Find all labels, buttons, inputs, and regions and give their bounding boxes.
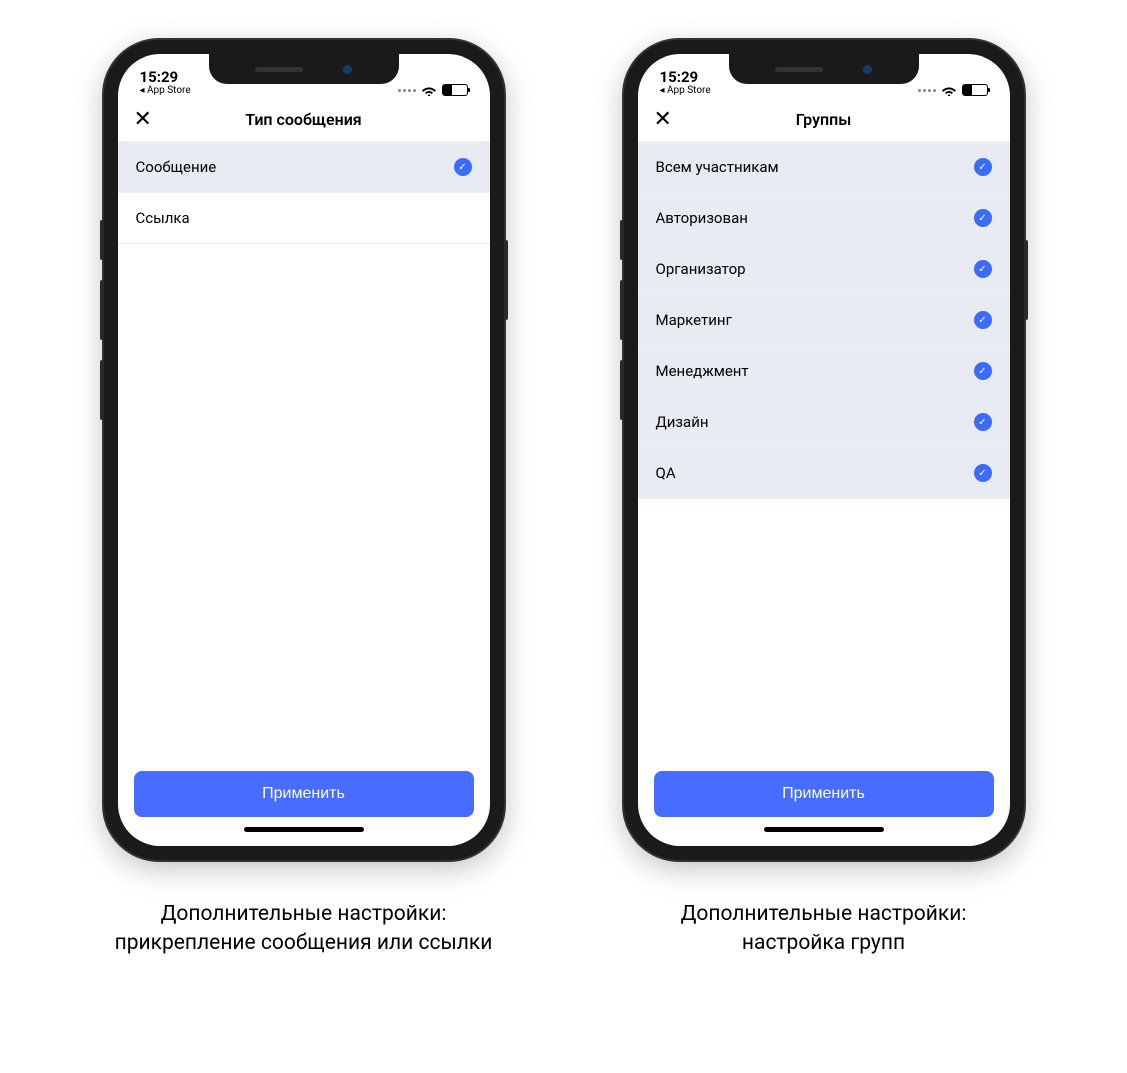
screen: 15:29 ◂ App Store ✕ Группы Всем участник… xyxy=(638,54,1010,846)
list-row[interactable]: Менеджмент ✓ xyxy=(638,346,1010,397)
list-row[interactable]: Сообщение ✓ xyxy=(118,142,490,193)
list-row-label: Менеджмент xyxy=(656,362,749,380)
list-row[interactable]: Организатор ✓ xyxy=(638,244,1010,295)
cell-signal-icon xyxy=(398,89,416,92)
screen-title: Группы xyxy=(796,110,852,129)
list-row-label: Сообщение xyxy=(136,158,217,176)
caption: Дополнительные настройки: прикрепление с… xyxy=(114,900,494,959)
bottom-area: Применить xyxy=(638,771,1010,846)
bottom-area: Применить xyxy=(118,771,490,846)
list-row-label: Маркетинг xyxy=(656,311,732,329)
checkmark-icon: ✓ xyxy=(974,260,992,278)
list-row-label: QA xyxy=(656,464,676,482)
list-row[interactable]: Ссылка xyxy=(118,193,490,244)
list-row[interactable]: Маркетинг ✓ xyxy=(638,295,1010,346)
list-row-label: Организатор xyxy=(656,260,746,278)
list-row[interactable]: Авторизован ✓ xyxy=(638,193,1010,244)
list-row-label: Ссылка xyxy=(136,209,190,227)
phone-frame: 15:29 ◂ App Store ✕ Группы Всем участник… xyxy=(624,40,1024,860)
battery-icon xyxy=(962,84,988,96)
list-row-label: Авторизован xyxy=(656,209,748,227)
screen: 15:29 ◂ App Store ✕ Тип сообщения Сообще… xyxy=(118,54,490,846)
cell-signal-icon xyxy=(918,89,936,92)
checkmark-icon: ✓ xyxy=(974,413,992,431)
status-right xyxy=(918,84,988,96)
caption: Дополнительные настройки: настройка груп… xyxy=(634,900,1014,959)
list-row-label: Дизайн xyxy=(656,413,709,431)
list-row[interactable]: QA ✓ xyxy=(638,448,1010,499)
status-time: 15:29 xyxy=(140,69,179,86)
battery-icon xyxy=(442,84,468,96)
nav-bar: ✕ Группы xyxy=(638,98,1010,142)
status-right xyxy=(398,84,468,96)
home-indicator[interactable] xyxy=(244,827,364,832)
option-list: Сообщение ✓ Ссылка xyxy=(118,142,490,244)
checkmark-icon: ✓ xyxy=(974,464,992,482)
close-icon[interactable]: ✕ xyxy=(134,109,152,131)
checkmark-icon: ✓ xyxy=(974,209,992,227)
home-indicator[interactable] xyxy=(764,827,884,832)
wifi-icon xyxy=(941,84,957,96)
phone-mockup-right: 15:29 ◂ App Store ✕ Группы Всем участник… xyxy=(624,40,1024,959)
checkmark-icon: ✓ xyxy=(454,158,472,176)
list-row-label: Всем участникам xyxy=(656,158,779,176)
status-back-app[interactable]: ◂ App Store xyxy=(140,85,191,96)
notch xyxy=(729,54,919,84)
nav-bar: ✕ Тип сообщения xyxy=(118,98,490,142)
close-icon[interactable]: ✕ xyxy=(654,109,672,131)
phone-mockup-left: 15:29 ◂ App Store ✕ Тип сообщения Сообще… xyxy=(104,40,504,959)
checkmark-icon: ✓ xyxy=(974,311,992,329)
wifi-icon xyxy=(421,84,437,96)
checkmark-icon: ✓ xyxy=(974,362,992,380)
list-row[interactable]: Дизайн ✓ xyxy=(638,397,1010,448)
list-row[interactable]: Всем участникам ✓ xyxy=(638,142,1010,193)
apply-button[interactable]: Применить xyxy=(134,771,474,817)
notch xyxy=(209,54,399,84)
status-time: 15:29 xyxy=(660,69,699,86)
status-back-app[interactable]: ◂ App Store xyxy=(660,85,711,96)
checkmark-icon: ✓ xyxy=(974,158,992,176)
apply-button[interactable]: Применить xyxy=(654,771,994,817)
option-list: Всем участникам ✓ Авторизован ✓ Организатор ✓… xyxy=(638,142,1010,499)
phone-frame: 15:29 ◂ App Store ✕ Тип сообщения Сообще… xyxy=(104,40,504,860)
screen-title: Тип сообщения xyxy=(245,110,361,129)
